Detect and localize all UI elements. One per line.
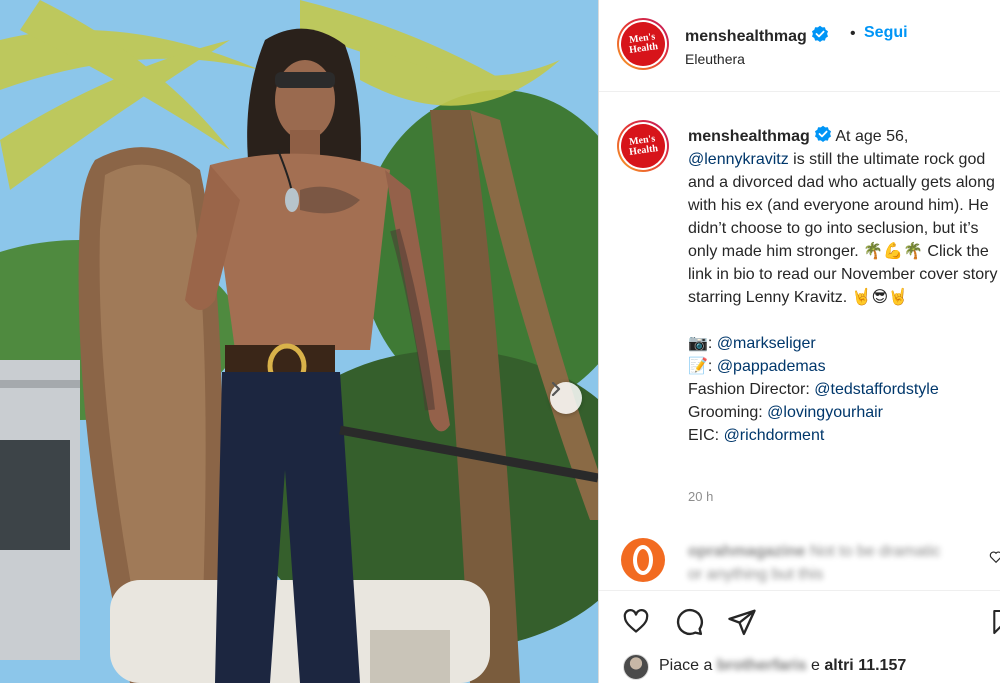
bookmark-icon[interactable] [991, 607, 1000, 637]
verified-badge-icon [811, 25, 828, 42]
credit-line-eic: EIC: @richdorment [688, 424, 1000, 447]
likes-prefix: Piace a [659, 657, 717, 674]
heart-icon[interactable] [621, 607, 651, 635]
mention-lennykravitz[interactable]: @lennykravitz [688, 151, 789, 168]
likes-text[interactable]: Piace a brotherfaris e altri 11.157 [659, 657, 906, 675]
credit-handle[interactable]: @markseliger [717, 335, 816, 352]
action-bar [599, 590, 1000, 650]
caption-body-1: At age 56, [831, 128, 909, 145]
brand-logo: Men's Health [618, 121, 668, 171]
caption-body-2: is still the ultimate rock god and a div… [688, 151, 998, 306]
author-username[interactable]: menshealthmag [685, 25, 829, 46]
share-icon[interactable] [727, 607, 757, 637]
logo-line-2: Health [628, 143, 659, 158]
caption-avatar[interactable]: Men's Health [617, 120, 669, 172]
credit-prefix: Fashion Director: [688, 381, 815, 398]
commenter-username[interactable]: oprahmagazine [688, 543, 805, 560]
caption-text: menshealthmag At age 56, @lennykravitz i… [688, 125, 1000, 447]
logo-line-2: Health [628, 41, 659, 56]
credit-prefix: Grooming: [688, 404, 768, 421]
commenter-avatar[interactable] [621, 538, 665, 582]
credit-handle[interactable]: @pappademas [717, 358, 826, 375]
post-timestamp[interactable]: 20 h [688, 489, 713, 504]
caption-username[interactable]: menshealthmag [688, 128, 810, 145]
likes-summary: Piace a brotherfaris e altri 11.157 [599, 648, 1000, 683]
author-username-text[interactable]: menshealthmag [685, 28, 807, 45]
credit-line-grooming: Grooming: @lovingyourhair [688, 401, 1000, 424]
credit-line-writer: 📝: @pappademas [688, 355, 1000, 378]
photo-illustration [0, 0, 598, 683]
post-header: Men's Health menshealthmag • Segui Eleut… [599, 0, 1000, 92]
post-location[interactable]: Eleuthera [685, 51, 745, 67]
credit-handle[interactable]: @tedstaffordstyle [814, 381, 938, 398]
post-photo[interactable] [0, 0, 598, 683]
comment-text: oprahmagazine Not to be dramatic or anyt… [688, 540, 948, 586]
comment-icon[interactable] [674, 607, 704, 637]
follow-button[interactable]: Segui [864, 24, 908, 42]
comment-heart-icon[interactable] [989, 550, 1000, 564]
author-avatar[interactable]: Men's Health [617, 18, 669, 70]
credit-handle[interactable]: @lovingyourhair [767, 404, 883, 421]
liker-avatar[interactable] [623, 654, 649, 680]
liker-username[interactable]: brotherfaris [717, 657, 807, 674]
credit-prefix: 📷: [688, 335, 717, 352]
post-caption: Men's Health menshealthmag At age 56, @l… [599, 92, 1000, 512]
credit-handle[interactable]: @richdorment [724, 427, 825, 444]
header-separator: • [850, 25, 856, 42]
chevron-right-icon [551, 382, 561, 396]
commenter-logo [633, 545, 653, 575]
post-side-panel: Men's Health menshealthmag • Segui Eleut… [598, 0, 1000, 683]
brand-logo: Men's Health [618, 19, 668, 69]
verified-badge-icon [814, 125, 831, 142]
credit-prefix: 📝: [688, 358, 717, 375]
comment-item: oprahmagazine Not to be dramatic or anyt… [599, 530, 1000, 590]
likes-count[interactable]: altri 11.157 [824, 657, 906, 674]
credit-line-fashion: Fashion Director: @tedstaffordstyle [688, 378, 1000, 401]
likes-conjunction: e [806, 657, 825, 674]
next-photo-button[interactable] [550, 382, 582, 414]
credit-prefix: EIC: [688, 427, 724, 444]
credit-line-photographer: 📷: @markseliger [688, 332, 1000, 355]
